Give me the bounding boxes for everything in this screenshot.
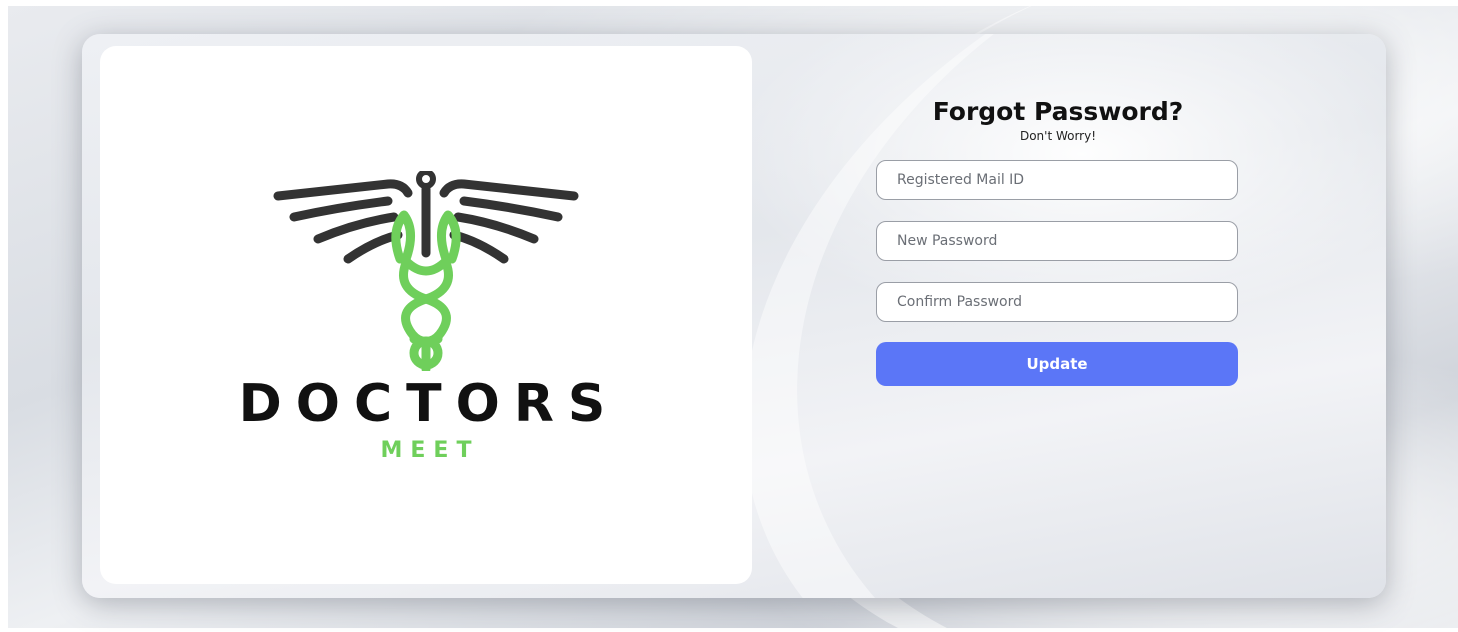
brand-name: DOCTORS <box>238 374 620 434</box>
new-password-field[interactable] <box>876 221 1238 261</box>
form-subtitle: Don't Worry! <box>1019 129 1097 143</box>
brand-subtitle: MEET <box>380 438 480 463</box>
confirm-password-field[interactable] <box>876 282 1238 322</box>
forgot-password-card: DOCTORS MEET Forgot Password? Don't Worr… <box>82 34 1386 598</box>
update-button[interactable]: Update <box>876 342 1238 386</box>
email-field[interactable] <box>876 160 1238 200</box>
reset-password-form: Forgot Password? Don't Worry! Update <box>876 96 1240 387</box>
form-title: Forgot Password? <box>932 97 1184 126</box>
caduceus-wings-icon <box>273 171 579 371</box>
logo-panel: DOCTORS MEET <box>100 46 752 584</box>
